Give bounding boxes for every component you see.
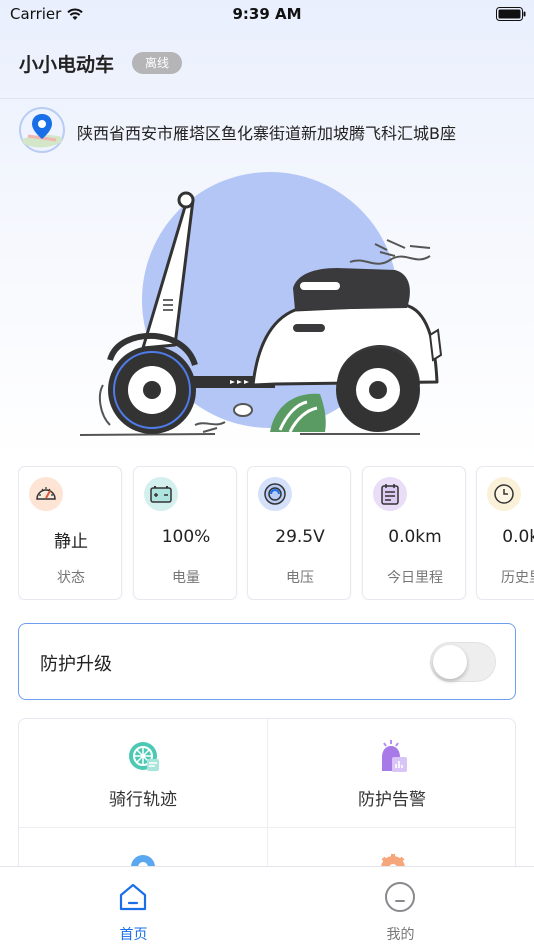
address-text: 陕西省西安市雁塔区鱼化寨街道新加坡腾飞科汇城B座 — [77, 124, 456, 143]
protection-upgrade-label: 防护升级 — [40, 654, 112, 675]
tab-profile-label: 我的 — [386, 927, 415, 943]
speedometer-icon — [29, 477, 63, 511]
clock-time: 9:39 AM — [232, 5, 302, 23]
header-divider — [0, 98, 534, 99]
status-bar: Carrier 9:39 AM — [0, 0, 534, 30]
stat-card-today-mileage: 0.0km 今日里程 — [362, 466, 466, 600]
protection-upgrade-card: 防护升级 — [18, 623, 516, 700]
riding-track-icon — [127, 737, 161, 775]
alarm-button[interactable]: 防护告警 — [268, 719, 515, 827]
tab-home-label: 首页 — [119, 927, 148, 943]
stat-label: 电压 — [286, 570, 314, 586]
stat-card-status: 静止 状态 — [18, 466, 122, 600]
stat-value: 100% — [161, 527, 211, 547]
clock-icon — [487, 477, 521, 511]
page-title: 小小电动车 — [19, 54, 115, 76]
tab-profile[interactable]: 我的 — [267, 867, 534, 950]
alarm-label: 防护告警 — [358, 790, 426, 810]
stat-value: 0.0km — [502, 527, 534, 547]
stat-label: 状态 — [57, 570, 85, 586]
status-badge: 离线 — [132, 52, 183, 74]
tab-bar: 首页 我的 — [0, 866, 534, 950]
clipboard-icon — [373, 477, 407, 511]
tab-home[interactable]: 首页 — [0, 867, 267, 950]
stat-card-total-mileage: 0.0km 历史里程 — [476, 466, 534, 600]
stat-label: 历史里程 — [501, 570, 534, 586]
stat-value: 29.5V — [275, 527, 325, 547]
feature-grid: 骑行轨迹 防护告警 — [18, 718, 516, 878]
home-icon — [117, 881, 149, 913]
stats-row: 静止 状态 100% 电量 29.5V 电压 0.0km 今日里程 0.0km … — [18, 466, 534, 600]
scooter-illustration — [75, 170, 445, 445]
battery-status-icon — [496, 6, 526, 25]
alarm-icon — [376, 737, 410, 775]
battery-icon — [144, 477, 178, 511]
map-pin-icon — [18, 106, 66, 154]
stat-value: 静止 — [54, 532, 88, 552]
toggle-knob — [433, 645, 467, 679]
location-row[interactable]: 陕西省西安市雁塔区鱼化寨街道新加坡腾飞科汇城B座 — [18, 106, 528, 154]
voltage-icon — [258, 477, 292, 511]
riding-track-label: 骑行轨迹 — [109, 790, 177, 810]
stat-card-battery: 100% 电量 — [133, 466, 237, 600]
riding-track-button[interactable]: 骑行轨迹 — [19, 719, 267, 827]
stat-card-voltage: 29.5V 电压 — [247, 466, 351, 600]
profile-icon — [384, 881, 416, 913]
stat-label: 电量 — [172, 570, 200, 586]
header: 小小电动车 离线 — [0, 40, 534, 86]
stat-value: 0.0km — [388, 527, 442, 547]
protection-upgrade-toggle[interactable] — [430, 642, 496, 682]
stat-label: 今日里程 — [387, 570, 443, 586]
